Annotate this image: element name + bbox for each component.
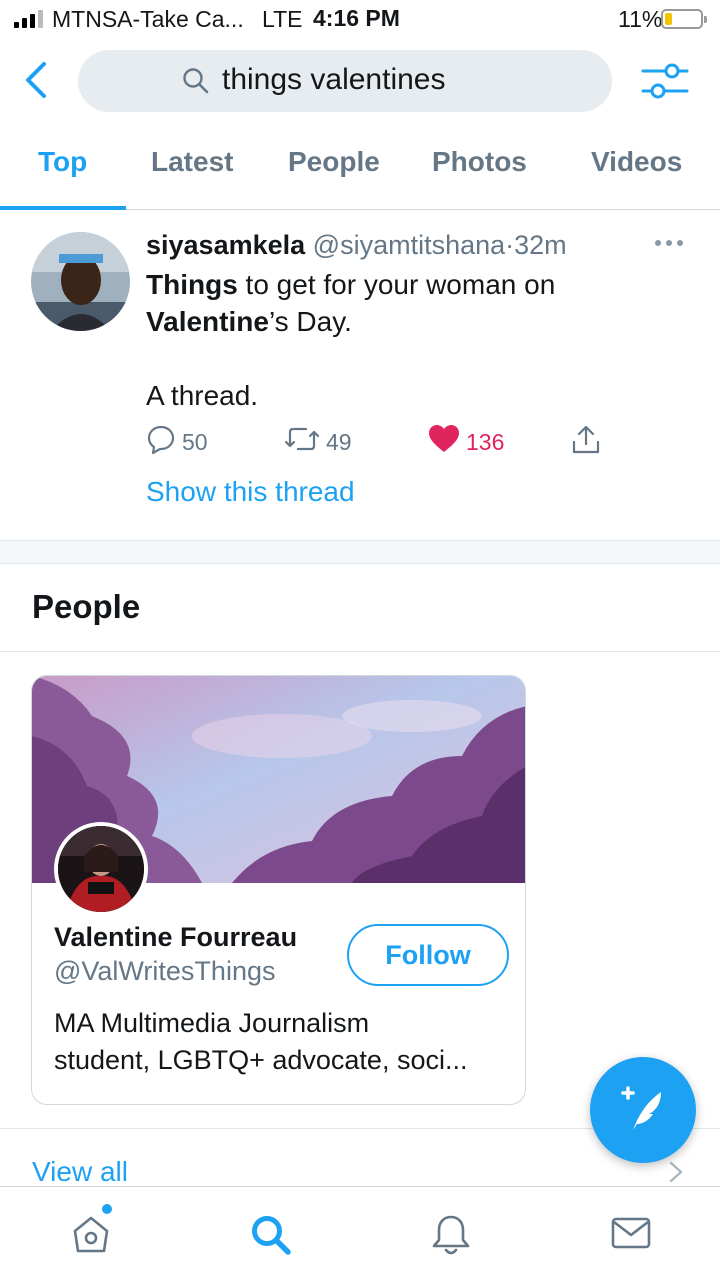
bottom-nav [0, 1186, 720, 1280]
reply-icon [146, 424, 176, 460]
tweet-author-handle: @siyamtitshana [312, 230, 506, 260]
back-chevron-icon[interactable] [20, 58, 60, 102]
reply-button[interactable]: 50 [146, 424, 208, 460]
avatar[interactable] [31, 232, 130, 331]
retweet-button[interactable]: 49 [284, 424, 352, 460]
status-bar: MTNSA-Take Ca... LTE 4:16 PM 11% [0, 0, 720, 40]
search-query: things valentines [222, 63, 446, 96]
search-input[interactable]: things valentines [78, 50, 612, 112]
network-type: LTE [262, 6, 303, 32]
tweet-text-bold-2: Valentine [146, 306, 269, 337]
tweet-time: 32m [514, 230, 567, 260]
compose-tweet-button[interactable] [590, 1057, 696, 1163]
user-card[interactable]: Valentine Fourreau @ValWritesThings Foll… [31, 675, 526, 1105]
user-handle: @ValWritesThings [54, 956, 276, 986]
carrier-name: MTNSA-Take Ca... [52, 6, 244, 32]
heart-icon [428, 424, 460, 460]
tweet-text: Things to get for your woman on Valentin… [146, 266, 666, 414]
tweet-text-line-1: to get for your woman on [237, 269, 556, 300]
signal-strength-icon [14, 10, 43, 28]
home-icon[interactable] [70, 1213, 112, 1260]
user-bio-line-1: MA Multimedia Journalism [54, 1008, 370, 1038]
battery-percent: 11% [618, 6, 663, 32]
tab-people[interactable]: People [288, 146, 380, 178]
tweet[interactable]: siyasamkela @siyamtitshana·32m Things to… [0, 210, 720, 540]
messages-mail-icon[interactable] [610, 1213, 652, 1258]
tweet-separator: · [505, 230, 515, 260]
divider [0, 651, 720, 652]
search-icon[interactable] [249, 1213, 293, 1262]
search-header: things valentines [0, 44, 720, 120]
tweet-author-name[interactable]: siyasamkela [146, 230, 305, 260]
chevron-right-icon[interactable] [668, 1160, 684, 1189]
view-all-link[interactable]: View all [32, 1156, 128, 1188]
notification-dot [102, 1204, 112, 1214]
status-time: 4:16 PM [313, 5, 400, 31]
tab-photos[interactable]: Photos [432, 146, 527, 178]
like-count: 136 [466, 428, 505, 455]
share-icon [570, 424, 602, 462]
people-section-title: People [32, 588, 141, 625]
tweet-text-line-3: A thread. [146, 380, 259, 411]
search-tabs: Top Latest People Photos Videos [0, 120, 720, 210]
section-divider [0, 540, 720, 564]
battery-icon [661, 9, 707, 29]
tweet-header: siyasamkela @siyamtitshana·32m [146, 230, 567, 261]
tweet-actions: 50 49 136 [146, 424, 616, 464]
tab-videos[interactable]: Videos [591, 146, 682, 178]
compose-feather-icon [615, 1080, 671, 1141]
tweet-text-bold-1: Things [146, 269, 238, 300]
share-button[interactable] [570, 424, 602, 462]
user-bio-line-2: student, LGBTQ+ advocate, soci... [54, 1045, 468, 1075]
avatar[interactable] [54, 822, 148, 916]
retweet-count: 49 [326, 428, 352, 455]
follow-button[interactable]: Follow [347, 924, 509, 986]
retweet-icon [284, 424, 320, 460]
reply-count: 50 [182, 428, 208, 455]
filter-icon[interactable] [640, 60, 690, 104]
tab-latest[interactable]: Latest [151, 146, 233, 178]
tab-top[interactable]: Top [38, 146, 87, 178]
user-bio: MA Multimedia Journalism student, LGBTQ+… [54, 1005, 509, 1079]
search-icon [182, 67, 210, 100]
user-name[interactable]: Valentine Fourreau [54, 922, 297, 953]
tweet-text-line-2: ’s Day. [268, 306, 352, 337]
more-options-icon[interactable] [655, 240, 687, 250]
show-thread-link[interactable]: Show this thread [146, 476, 355, 508]
like-button[interactable]: 136 [428, 424, 504, 460]
notifications-bell-icon[interactable] [430, 1213, 472, 1262]
